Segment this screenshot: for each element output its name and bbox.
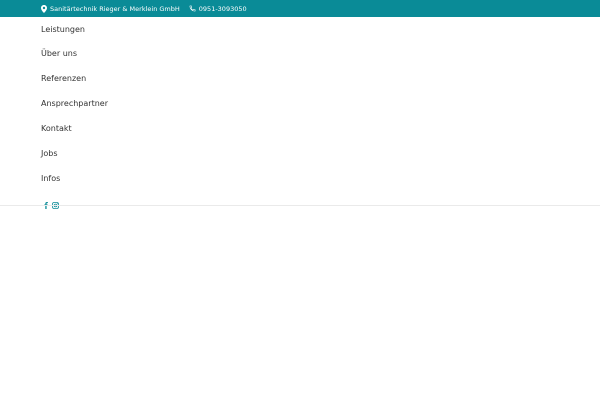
menu-item-kontakt[interactable]: Kontakt	[41, 116, 341, 141]
phone-icon	[189, 5, 199, 12]
menu-item-ansprechpartner[interactable]: Ansprechpartner	[41, 91, 341, 116]
header-divider	[0, 205, 600, 206]
facebook-icon[interactable]	[44, 194, 48, 213]
menu-item-infos[interactable]: Infos	[41, 166, 341, 191]
main-menu: Leistungen Über uns Referenzen Ansprechp…	[41, 17, 341, 191]
menu-item-referenzen[interactable]: Referenzen	[41, 66, 341, 91]
phone-link[interactable]: 0951-3093050	[189, 5, 247, 13]
social-links	[44, 194, 59, 213]
menu-item-jobs[interactable]: Jobs	[41, 141, 341, 166]
top-bar: Sanitärtechnik Rieger & Merklein GmbH 09…	[0, 0, 600, 17]
instagram-icon[interactable]	[52, 194, 59, 213]
menu-item-leistungen[interactable]: Leistungen	[41, 17, 341, 41]
location-pin-icon	[41, 4, 50, 13]
address-text: Sanitärtechnik Rieger & Merklein GmbH	[50, 4, 180, 13]
phone-number[interactable]: 0951-3093050	[199, 5, 247, 13]
menu-item-ueber-uns[interactable]: Über uns	[41, 41, 341, 66]
address-info: Sanitärtechnik Rieger & Merklein GmbH	[41, 4, 180, 13]
